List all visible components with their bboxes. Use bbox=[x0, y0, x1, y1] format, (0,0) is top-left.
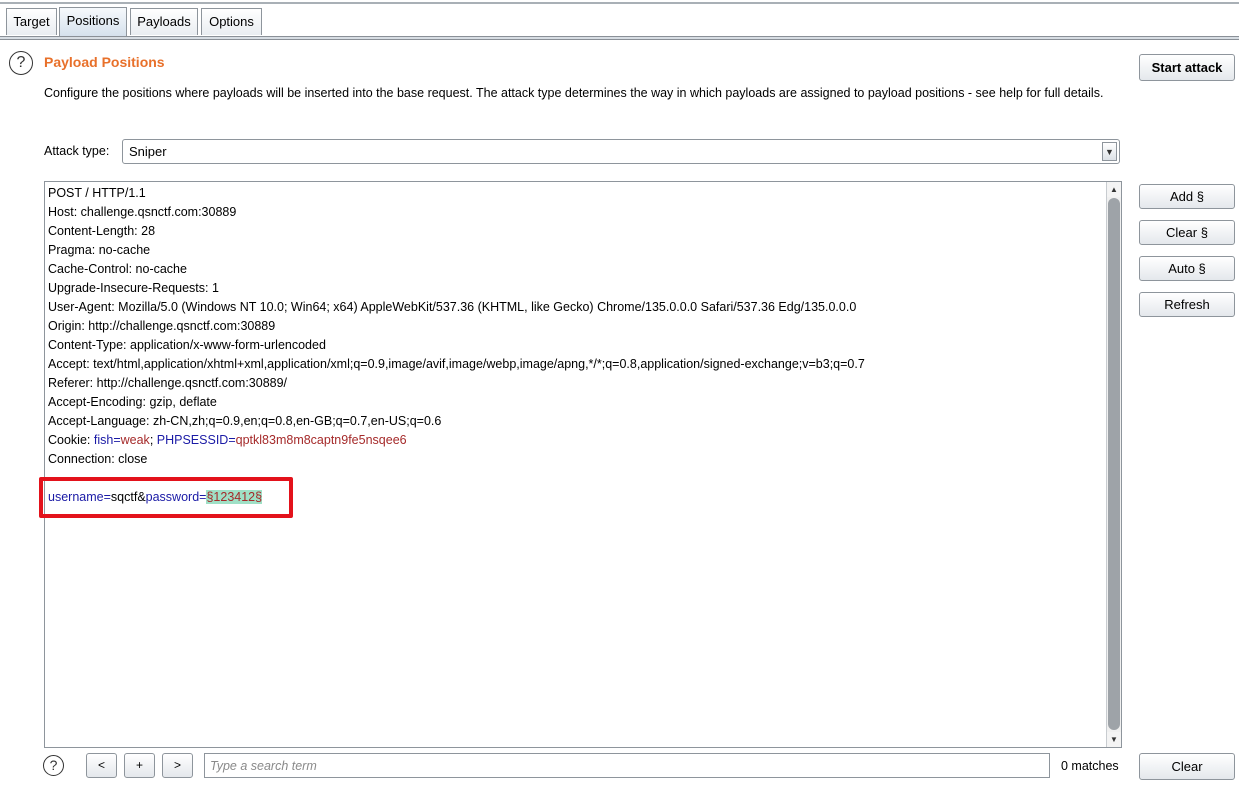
search-add-button[interactable]: + bbox=[124, 753, 155, 778]
cookie-eq: = bbox=[228, 433, 236, 447]
vertical-scrollbar[interactable]: ▲ ▼ bbox=[1106, 182, 1121, 747]
tab-strip: Target Positions Payloads Options bbox=[0, 0, 1239, 42]
request-text: POST / HTTP/1.1 Host: challenge.qsnctf.c… bbox=[48, 184, 865, 507]
attack-type-label: Attack type: bbox=[44, 144, 110, 158]
cookie-key: PHPSESSID bbox=[156, 433, 229, 447]
request-line: Pragma: no-cache bbox=[48, 243, 151, 257]
section-description: Configure the positions where payloads w… bbox=[44, 86, 1104, 100]
request-line: Connection: close bbox=[48, 452, 148, 466]
help-icon[interactable]: ? bbox=[9, 51, 33, 75]
request-line: Upgrade-Insecure-Requests: 1 bbox=[48, 281, 219, 295]
tab-strip-top-border bbox=[0, 2, 1239, 4]
request-editor[interactable]: POST / HTTP/1.1 Host: challenge.qsnctf.c… bbox=[44, 181, 1122, 748]
clear-search-button[interactable]: Clear bbox=[1139, 753, 1235, 780]
request-line: Accept: text/html,application/xhtml+xml,… bbox=[48, 357, 865, 371]
search-input[interactable] bbox=[204, 753, 1050, 778]
request-line: Cache-Control: no-cache bbox=[48, 262, 187, 276]
tab-target[interactable]: Target bbox=[6, 8, 57, 35]
chevron-down-icon[interactable]: ▼ bbox=[1102, 142, 1117, 161]
tab-strip-bottom-border bbox=[0, 36, 1239, 40]
scroll-up-icon[interactable]: ▲ bbox=[1107, 182, 1121, 197]
section-title: Payload Positions bbox=[44, 54, 165, 70]
cookie-value: weak bbox=[120, 433, 150, 447]
attack-type-value: Sniper bbox=[129, 144, 167, 159]
add-marker-button[interactable]: Add § bbox=[1139, 184, 1235, 209]
request-line: Accept-Encoding: gzip, deflate bbox=[48, 395, 217, 409]
start-attack-button[interactable]: Start attack bbox=[1139, 54, 1235, 81]
auto-markers-button[interactable]: Auto § bbox=[1139, 256, 1235, 281]
request-line: Content-Type: application/x-www-form-url… bbox=[48, 338, 326, 352]
request-line: Referer: http://challenge.qsnctf.com:308… bbox=[48, 376, 288, 390]
request-line: Origin: http://challenge.qsnctf.com:3088… bbox=[48, 319, 276, 333]
clear-markers-button[interactable]: Clear § bbox=[1139, 220, 1235, 245]
cookie-line: Cookie: fish=weak; PHPSESSID=qptkl83m8m8… bbox=[48, 431, 865, 450]
tab-positions[interactable]: Positions bbox=[59, 7, 127, 37]
tab-options[interactable]: Options bbox=[201, 8, 262, 35]
search-prev-button[interactable]: < bbox=[86, 753, 117, 778]
cookie-separator: ; bbox=[149, 433, 157, 447]
request-line: User-Agent: Mozilla/5.0 (Windows NT 10.0… bbox=[48, 300, 857, 314]
cookie-key: fish bbox=[93, 433, 114, 447]
refresh-button[interactable]: Refresh bbox=[1139, 292, 1235, 317]
red-highlight-annotation bbox=[39, 477, 293, 518]
search-next-button[interactable]: > bbox=[162, 753, 193, 778]
cookie-prefix: Cookie: bbox=[48, 433, 94, 447]
scroll-down-icon[interactable]: ▼ bbox=[1107, 732, 1121, 747]
match-count: 0 matches bbox=[1061, 759, 1119, 773]
tab-payloads[interactable]: Payloads bbox=[130, 8, 198, 35]
request-line: Accept-Language: zh-CN,zh;q=0.9,en;q=0.8… bbox=[48, 414, 442, 428]
attack-type-select[interactable]: Sniper ▼ bbox=[122, 139, 1120, 164]
search-help-icon[interactable]: ? bbox=[43, 755, 64, 776]
request-line: POST / HTTP/1.1 bbox=[48, 186, 146, 200]
scrollbar-thumb[interactable] bbox=[1108, 198, 1120, 730]
request-line: Content-Length: 28 bbox=[48, 224, 156, 238]
cookie-eq: = bbox=[113, 433, 121, 447]
cookie-value: qptkl83m8m8captn9fe5nsqee6 bbox=[235, 433, 407, 447]
request-line: Host: challenge.qsnctf.com:30889 bbox=[48, 205, 237, 219]
